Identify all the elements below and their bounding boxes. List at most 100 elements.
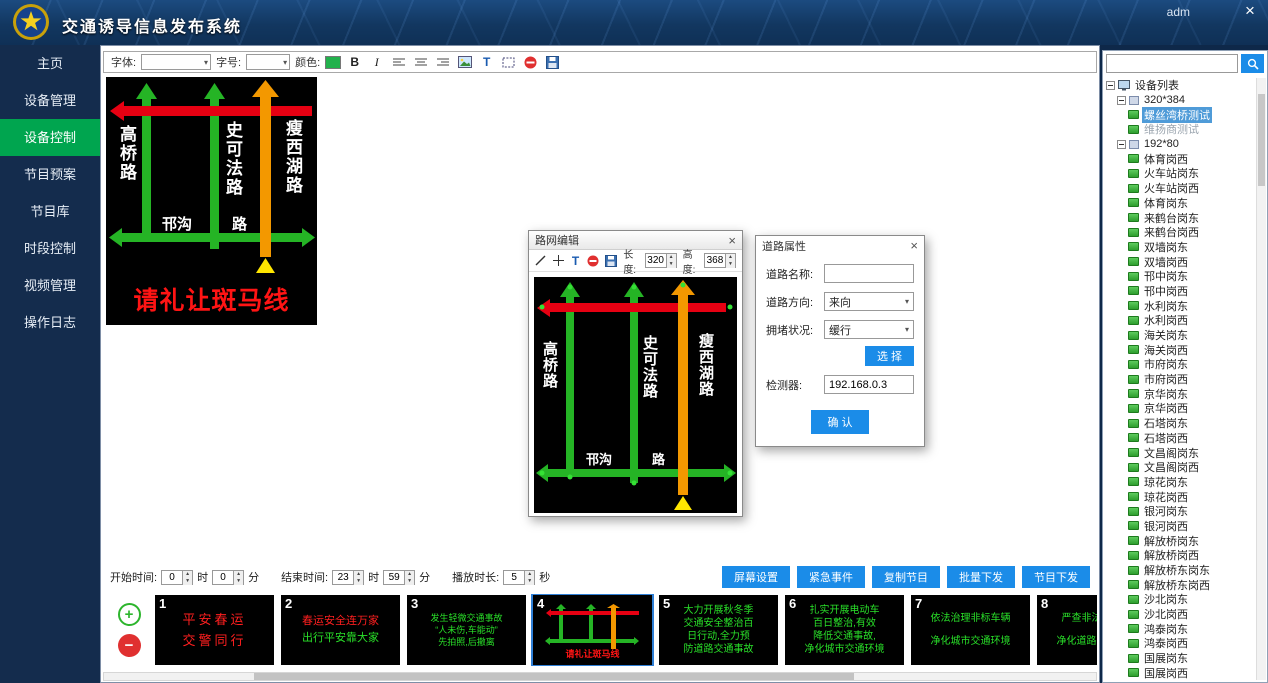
road-name-middle[interactable]: 史可法路 [642,335,657,399]
dialog-titlebar[interactable]: 道路属性 × [756,236,924,255]
start-minute-spinner[interactable]: ▲▼ [212,570,244,585]
duration-spinner[interactable]: ▲▼ [503,570,535,585]
sidebar-item[interactable]: 设备控制 [0,119,100,156]
device-tree-item[interactable]: 解放桥岗西 [1106,548,1254,563]
action-button[interactable]: 屏幕设置 [722,566,790,588]
end-minute-spinner[interactable]: ▲▼ [383,570,415,585]
action-button[interactable]: 紧急事件 [797,566,865,588]
sidebar-item[interactable]: 节目库 [0,193,100,230]
road-direction-select[interactable]: 来向▾ [824,292,914,311]
search-button[interactable] [1241,54,1264,73]
tree-root[interactable]: 设备列表 [1106,78,1254,93]
italic-button[interactable]: I [368,54,385,71]
device-tree-item[interactable]: 石塔岗东 [1106,416,1254,431]
device-tree-item[interactable]: 来鹤台岗东 [1106,210,1254,225]
align-right-icon[interactable] [434,54,451,71]
device-tree-item[interactable]: 体育岗西 [1106,151,1254,166]
device-tree-item[interactable]: 邗中岗西 [1106,284,1254,299]
font-size-select[interactable]: ▾ [246,54,290,70]
start-hour-input[interactable] [162,571,182,584]
device-tree-item[interactable]: 解放桥东岗东 [1106,563,1254,578]
vertical-scrollbar[interactable] [1256,78,1266,680]
move-tool-icon[interactable] [552,252,563,269]
spinner-buttons[interactable]: ▲▼ [404,571,414,584]
editor-canvas[interactable]: 高桥路 史可法路 瘦西湖路 邗沟 路 请礼让斑马线 路网编辑 × T [103,75,1097,564]
device-tree-item[interactable]: 体育岗东 [1106,196,1254,211]
playlist-item-selected[interactable]: 4 请礼让斑马线 [533,595,652,665]
road-name-left[interactable]: 高桥路 [542,341,557,389]
scrollbar-thumb[interactable] [1258,94,1265,186]
device-tree-item[interactable]: 解放桥东岗西 [1106,577,1254,592]
playlist-item[interactable]: 1 平安春运 交警同行 [155,595,274,665]
collapse-icon[interactable] [1106,81,1115,90]
device-tree-item[interactable]: 文昌阁岗西 [1106,460,1254,475]
select-detector-button[interactable]: 选 择 [865,346,914,366]
close-icon[interactable]: × [728,234,736,247]
user-name[interactable]: adm [1167,5,1190,19]
sidebar-item[interactable]: 视频管理 [0,267,100,304]
device-tree-item[interactable]: 市府岗西 [1106,372,1254,387]
save-icon[interactable] [544,54,561,71]
start-minute-input[interactable] [213,571,233,584]
spinner-buttons[interactable]: ▲▼ [233,571,243,584]
confirm-button[interactable]: 确 认 [811,410,868,434]
sidebar-item[interactable]: 节目预案 [0,156,100,193]
length-spinner[interactable]: ▲▼ [645,253,677,268]
detector-input[interactable] [824,375,914,394]
playlist-item[interactable]: 2 春运安全连万家 出行平安靠大家 [281,595,400,665]
device-tree-item[interactable]: 鸿泰岗西 [1106,636,1254,651]
color-swatch[interactable] [325,56,341,69]
delete-icon[interactable] [587,252,599,269]
playlist-item[interactable]: 3 发生轻微交通事故 “人未伤,车能动” 先拍照,后撤离 [407,595,526,665]
sidebar-item[interactable]: 时段控制 [0,230,100,267]
device-group[interactable]: 192*80 [1106,137,1254,152]
device-tree-item[interactable]: 国展岗西 [1106,666,1254,681]
action-button[interactable]: 批量下发 [947,566,1015,588]
road-network-canvas[interactable]: 高桥路 史可法路 瘦西湖路 邗沟 路 [534,277,737,513]
start-hour-spinner[interactable]: ▲▼ [161,570,193,585]
device-tree-item[interactable]: 火车站岗西 [1106,181,1254,196]
device-tree-item[interactable]: 解放桥岗东 [1106,533,1254,548]
spinner-buttons[interactable]: ▲▼ [666,254,676,267]
horizontal-scrollbar[interactable] [103,672,1097,681]
device-tree-item[interactable]: 京华岗西 [1106,401,1254,416]
spinner-buttons[interactable]: ▲▼ [725,254,735,267]
device-tree-item[interactable]: 火车站岗东 [1106,166,1254,181]
device-tree-item[interactable]: 石塔岗西 [1106,431,1254,446]
search-input[interactable] [1106,54,1238,73]
device-tree-item[interactable]: 国展岗东 [1106,651,1254,666]
add-program-button[interactable]: + [118,603,141,626]
device-tree-item[interactable]: 文昌阁岗东 [1106,445,1254,460]
bold-button[interactable]: B [346,54,363,71]
text-tool-button[interactable]: T [478,54,495,71]
device-tree-item[interactable]: 来鹤台岗西 [1106,225,1254,240]
playlist-item[interactable]: 6 扎实开展电动车 百日整治,有效 降低交通事故, 净化城市交通环境 [785,595,904,665]
spinner-buttons[interactable]: ▲▼ [182,571,192,584]
align-left-icon[interactable] [390,54,407,71]
text-tool-button[interactable]: T [570,252,581,269]
align-center-icon[interactable] [412,54,429,71]
spinner-buttons[interactable]: ▲▼ [353,571,363,584]
layout-fit-icon[interactable] [500,54,517,71]
length-input[interactable] [646,254,666,267]
device-tree-item[interactable]: 海关岗西 [1106,342,1254,357]
delete-icon[interactable] [522,54,539,71]
line-tool-icon[interactable] [535,252,546,269]
device-tree-item[interactable]: 维扬商测试 [1106,122,1254,137]
close-icon[interactable]: × [910,239,918,252]
road-name-input[interactable] [824,264,914,283]
program-preview[interactable]: 高桥路 史可法路 瘦西湖路 邗沟 路 请礼让斑马线 [106,77,317,325]
sidebar-item[interactable]: 操作日志 [0,304,100,341]
action-button[interactable]: 节目下发 [1022,566,1090,588]
device-tree-item[interactable]: 鸿泰岗东 [1106,621,1254,636]
height-spinner[interactable]: ▲▼ [704,253,736,268]
end-hour-spinner[interactable]: ▲▼ [332,570,364,585]
device-tree-item[interactable]: 琼花岗东 [1106,475,1254,490]
device-tree-item[interactable]: 水利岗西 [1106,313,1254,328]
device-tree-item[interactable]: 银河岗东 [1106,504,1254,519]
save-icon[interactable] [605,252,617,269]
scrollbar-thumb[interactable] [254,673,854,680]
font-select[interactable]: ▾ [141,54,211,70]
image-icon[interactable] [456,54,473,71]
device-group[interactable]: 320*384 [1106,93,1254,108]
